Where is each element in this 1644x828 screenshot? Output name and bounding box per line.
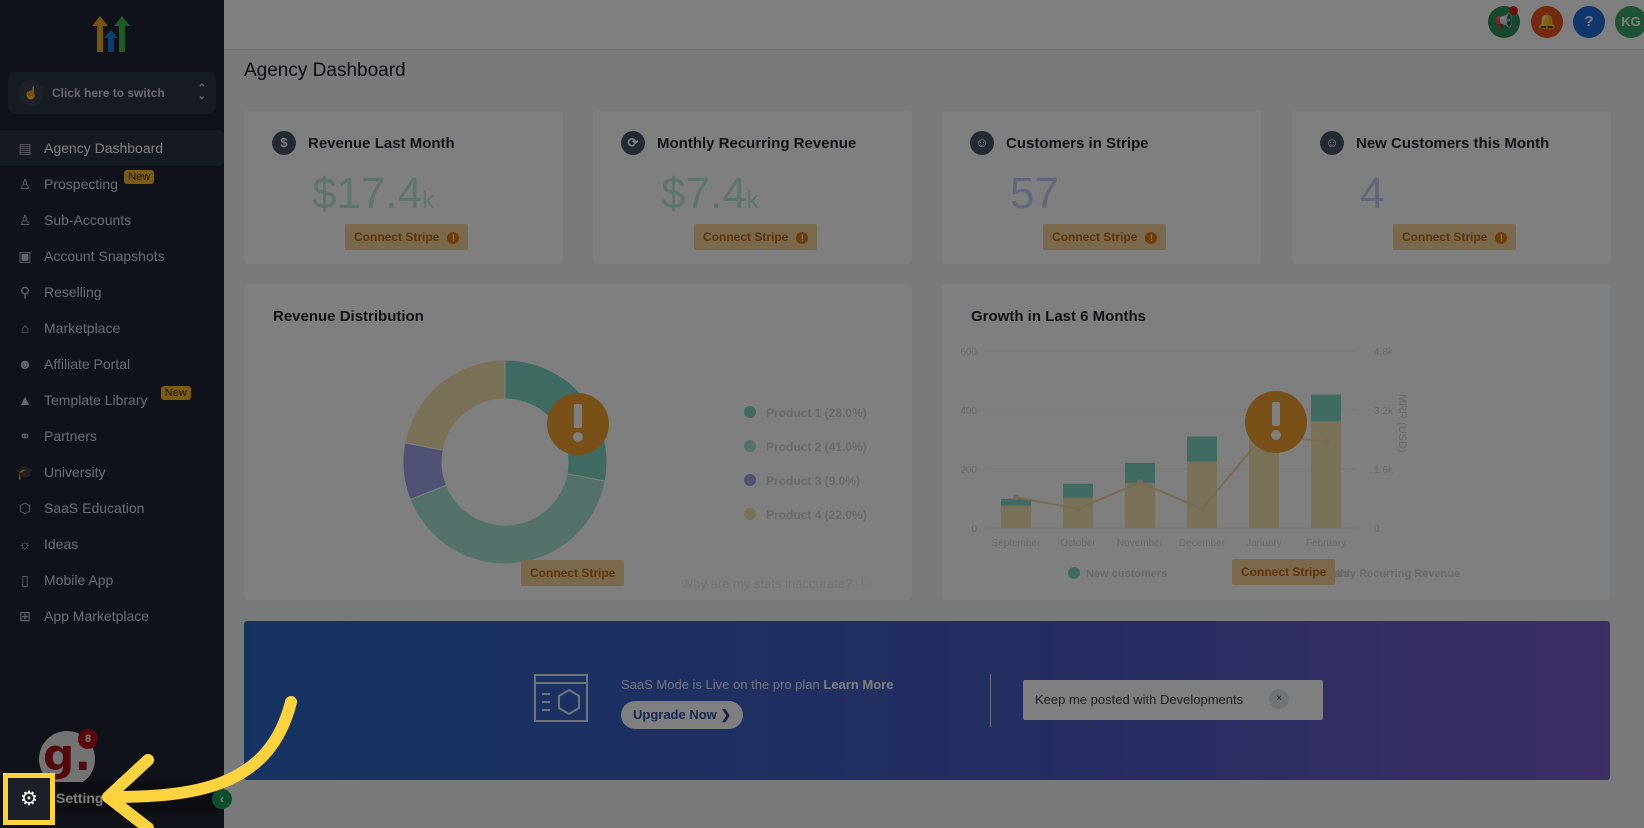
pointer-arrow bbox=[102, 696, 297, 828]
